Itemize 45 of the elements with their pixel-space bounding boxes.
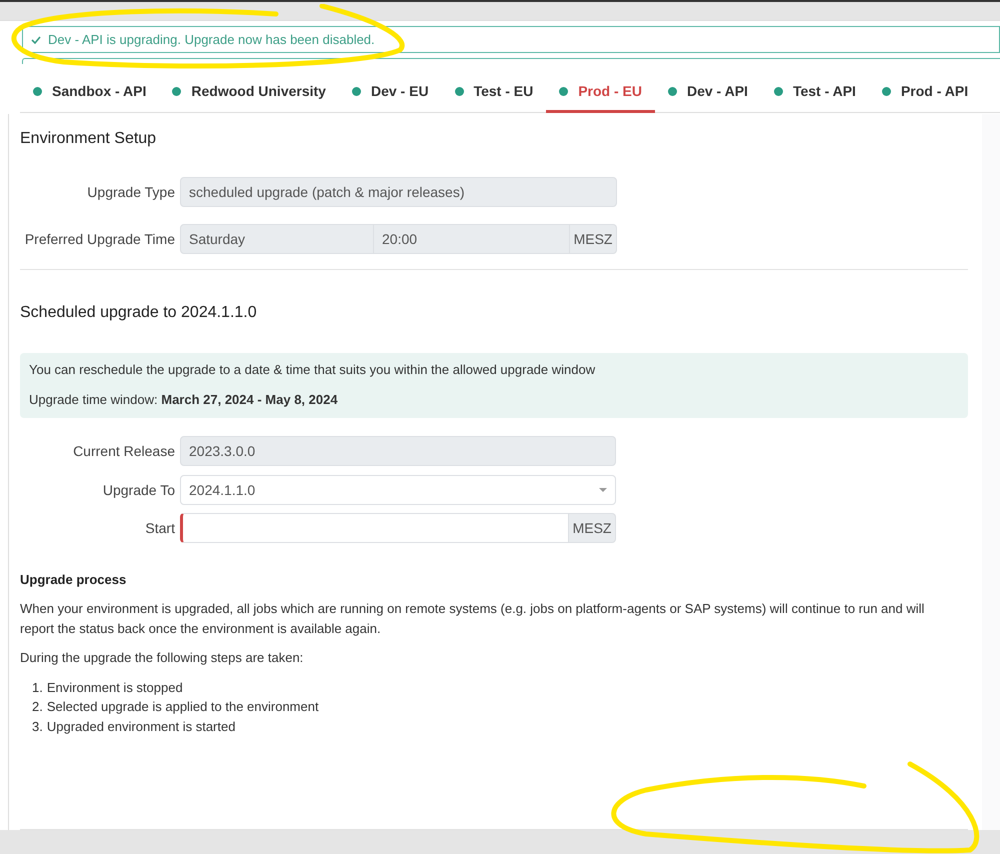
- environment-tab[interactable]: Prod - EU: [546, 72, 655, 113]
- notification-text: Dev - API is upgrading. Upgrade now has been disabled.: [48, 30, 375, 49]
- info-text: You can reschedule the upgrade to a date & time that suits you within the allowed upgrade window: [29, 361, 596, 379]
- upgrade-type-field[interactable]: scheduled upgrade (patch & major releases): [180, 177, 617, 207]
- status-dot-icon: [352, 86, 361, 96]
- section-title: Scheduled upgrade to 2024.1.1.0: [20, 303, 258, 323]
- current-release-field[interactable]: 2023.3.0.0: [180, 436, 616, 466]
- environment-tab[interactable]: Dev - EU: [338, 72, 442, 113]
- step-text: Environment is stopped: [46, 678, 183, 697]
- status-dot-icon: [172, 86, 182, 96]
- environment-tab[interactable]: Dev - API: [654, 72, 761, 113]
- checkmark-icon: [31, 36, 41, 44]
- upgrade-window-text: Upgrade time window: March 27, 2024 - May 8, 2024: [29, 390, 339, 409]
- step-text: Upgraded environment is started: [46, 718, 236, 736]
- field-label: Preferred Upgrade Time: [24, 230, 175, 249]
- environment-tab[interactable]: Test - EU: [442, 72, 546, 113]
- step-number: 1.: [32, 678, 43, 696]
- status-dot-icon: [774, 86, 783, 96]
- upgrade-to-dropdown[interactable]: 2024.1.1.0: [180, 475, 616, 505]
- timezone-label: MESZ: [570, 224, 617, 254]
- time-field[interactable]: 20:00: [374, 224, 570, 254]
- environment-tab[interactable]: Sandbox - API: [20, 72, 160, 113]
- field-label: Current Release: [72, 442, 175, 460]
- status-dot-icon: [33, 86, 42, 96]
- step-number: 2.: [32, 698, 43, 716]
- status-dot-icon: [668, 86, 677, 96]
- environment-tab[interactable]: Redwood University: [159, 72, 339, 113]
- step-number: 3.: [32, 718, 43, 736]
- field-label: Upgrade Type: [86, 182, 175, 202]
- day-field[interactable]: Saturday: [180, 224, 374, 254]
- status-dot-icon: [882, 86, 891, 96]
- start-input-field[interactable]: [180, 513, 569, 543]
- caret-icon: [599, 488, 607, 492]
- field-label: Start: [144, 518, 175, 538]
- section-heading: Upgrade process: [20, 571, 128, 589]
- paragraph-text: When your environment is upgraded, all jobs which are running on remote systems (e.g. jobs on platform-agents or SAP systems) will continue to run and will report the status back once the environment is available again.: [20, 600, 926, 638]
- paragraph-text: During the upgrade the following steps are taken:: [20, 648, 304, 667]
- section-title: Environment Setup: [20, 129, 158, 149]
- environment-tab[interactable]: Test - API: [760, 72, 869, 113]
- status-dot-icon: [559, 86, 568, 96]
- field-label: Upgrade To: [102, 480, 175, 500]
- environment-tab[interactable]: Prod - API: [868, 72, 982, 113]
- timezone-label: MESZ: [569, 513, 616, 543]
- status-dot-icon: [454, 86, 464, 96]
- step-text: Selected upgrade is applied to the environment: [46, 698, 319, 716]
